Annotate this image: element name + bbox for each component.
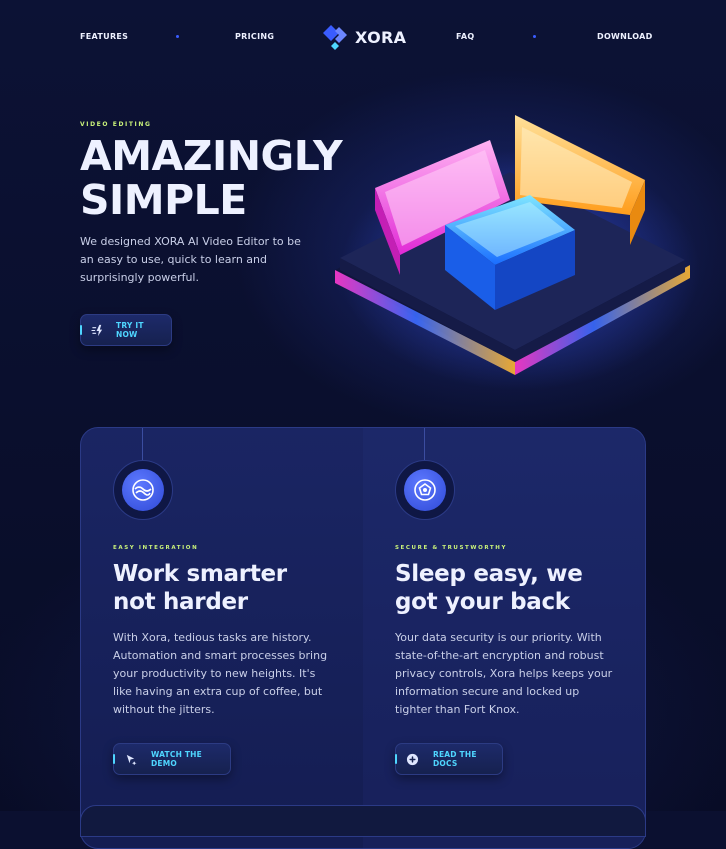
feature-icon-ring bbox=[113, 460, 173, 520]
hero-eyebrow: VIDEO EDITING bbox=[80, 121, 152, 128]
brand-name: XORA bbox=[355, 27, 407, 47]
try-it-now-button[interactable]: TRY IT NOW bbox=[80, 314, 172, 346]
nav-features-link[interactable]: FEATURES bbox=[80, 32, 128, 41]
try-it-now-label: TRY IT NOW bbox=[116, 321, 144, 339]
feature-easy-integration: EASY INTEGRATION Work smarter not harder… bbox=[81, 428, 363, 848]
feature-title: Work smarter not harder bbox=[113, 560, 333, 616]
docs-icon bbox=[406, 752, 419, 766]
zap-icon bbox=[91, 323, 104, 337]
connector-line bbox=[424, 428, 425, 460]
watch-demo-label: WATCH THE DEMO bbox=[151, 750, 202, 768]
xora-logo-icon bbox=[323, 25, 347, 50]
hero-title: AMAZINGLY SIMPLE bbox=[80, 134, 350, 222]
feature-title-line: not harder bbox=[113, 589, 248, 615]
sparkle-cursor-icon bbox=[124, 752, 137, 766]
next-section-panel bbox=[80, 805, 646, 837]
nav-separator-dot bbox=[176, 35, 179, 38]
read-docs-label: READ THE DOCS bbox=[433, 750, 477, 768]
feature-description: Your data security is our priority. With… bbox=[395, 631, 613, 716]
nav-pricing-link[interactable]: PRICING bbox=[235, 32, 274, 41]
shield-circle-icon bbox=[404, 469, 446, 511]
nav-download-link[interactable]: DOWNLOAD bbox=[597, 32, 653, 41]
connector-line bbox=[142, 428, 143, 460]
nav-separator-dot bbox=[533, 35, 536, 38]
watch-demo-button[interactable]: WATCH THE DEMO bbox=[113, 743, 231, 775]
feature-eyebrow: EASY INTEGRATION bbox=[113, 545, 199, 551]
top-nav: FEATURES PRICING XORA FAQ DOWNLOAD bbox=[0, 0, 726, 75]
feature-title-line: Sleep easy, we bbox=[395, 561, 583, 587]
feature-title-line: Work smarter bbox=[113, 561, 287, 587]
feature-title-line: got your back bbox=[395, 589, 570, 615]
nav-faq-link[interactable]: FAQ bbox=[456, 32, 474, 41]
swirl-icon bbox=[122, 469, 164, 511]
brand-logo[interactable]: XORA bbox=[321, 23, 406, 51]
hero-illustration bbox=[335, 115, 700, 390]
feature-description: With Xora, tedious tasks are history. Au… bbox=[113, 631, 328, 716]
read-docs-button[interactable]: READ THE DOCS bbox=[395, 743, 503, 775]
feature-icon-ring bbox=[395, 460, 455, 520]
feature-title: Sleep easy, we got your back bbox=[395, 560, 615, 616]
hero-title-line: AMAZINGLY bbox=[80, 132, 343, 180]
feature-eyebrow: SECURE & TRUSTWORTHY bbox=[395, 545, 508, 551]
hero-description: We designed XORA AI Video Editor to be a… bbox=[80, 235, 301, 284]
hero-title-line: SIMPLE bbox=[80, 176, 247, 224]
features-card: EASY INTEGRATION Work smarter not harder… bbox=[80, 427, 646, 849]
feature-secure-trustworthy: SECURE & TRUSTWORTHY Sleep easy, we got … bbox=[363, 428, 645, 848]
